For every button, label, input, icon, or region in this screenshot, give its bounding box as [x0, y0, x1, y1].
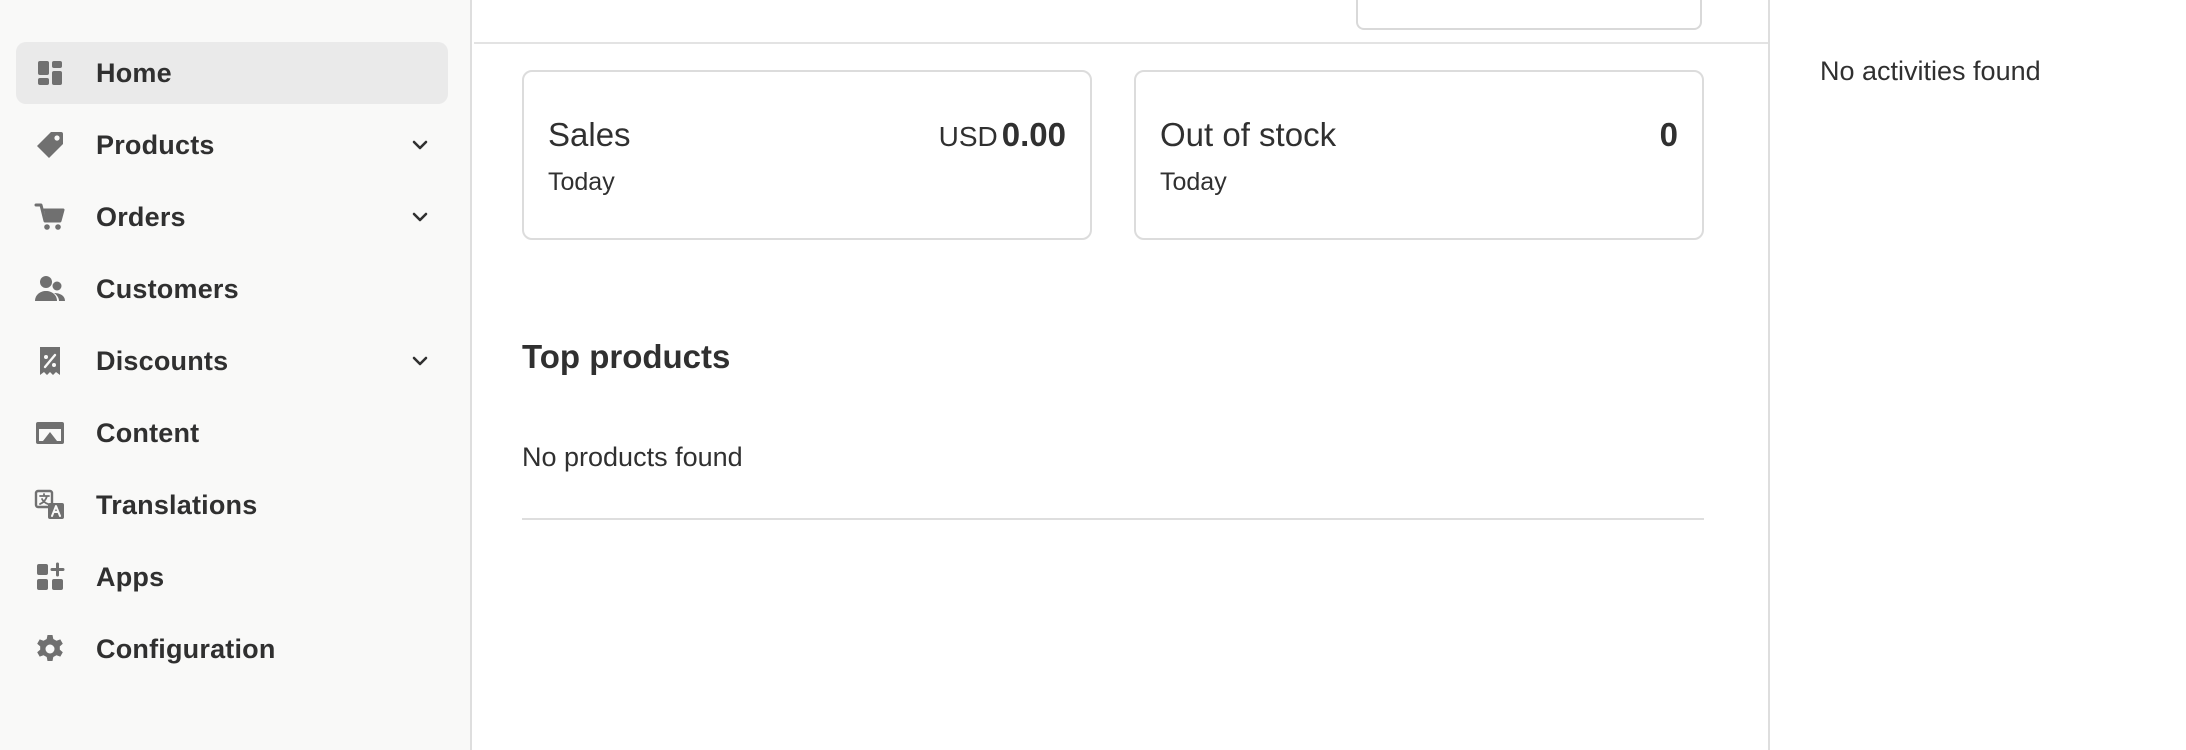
main-content: Sales Today USD 0.00 Out of stock Today … [474, 0, 1768, 750]
sidebar-item-translations[interactable]: Translations [16, 474, 448, 536]
top-products-heading: Top products [522, 338, 731, 375]
sidebar-item-label: Home [96, 58, 172, 88]
home-icon [34, 57, 66, 89]
image-icon [34, 417, 66, 449]
chevron-down-icon[interactable] [410, 351, 430, 371]
cart-icon [34, 201, 66, 233]
sidebar-item-label: Customers [96, 274, 239, 304]
sidebar-item-label: Apps [96, 562, 165, 592]
sidebar-item-content[interactable]: Content [16, 402, 448, 464]
sidebar-item-label: Configuration [96, 634, 276, 664]
out-of-stock-card-period: Today [1160, 168, 1227, 196]
sidebar-item-products[interactable]: Products [16, 114, 448, 176]
sidebar-item-label: Translations [96, 490, 258, 520]
out-of-stock-card: Out of stock Today 0 [1134, 70, 1704, 240]
tag-icon [34, 129, 66, 161]
sidebar-item-label: Discounts [96, 346, 229, 376]
chevron-down-icon[interactable] [410, 207, 430, 227]
sidebar-item-label: Products [96, 130, 215, 160]
sales-card-period: Today [548, 168, 615, 196]
sidebar-item-orders[interactable]: Orders [16, 186, 448, 248]
main-header [474, 0, 1768, 44]
sidebar-item-configuration[interactable]: Configuration [16, 618, 448, 680]
chevron-down-icon[interactable] [410, 135, 430, 155]
activity-panel: No activities found [1768, 0, 2186, 750]
apps-icon [34, 561, 66, 593]
sales-amount: 0.00 [1001, 116, 1066, 153]
sidebar-item-label: Content [96, 418, 200, 448]
top-products-empty-state: No products found [522, 442, 743, 472]
sidebar-item-home[interactable]: Home [16, 42, 448, 104]
gear-icon [34, 633, 66, 665]
person-icon [34, 273, 66, 305]
sidebar-item-label: Orders [96, 202, 186, 232]
divider [522, 518, 1704, 520]
sales-card: Sales Today USD 0.00 [522, 70, 1092, 240]
sales-card-value: USD 0.00 [939, 116, 1066, 154]
language-icon [34, 489, 66, 521]
out-of-stock-count: 0 [1660, 116, 1678, 154]
sidebar-item-customers[interactable]: Customers [16, 258, 448, 320]
sidebar-item-apps[interactable]: Apps [16, 546, 448, 608]
date-range-selector[interactable] [1356, 0, 1702, 30]
sales-currency: USD [938, 121, 998, 152]
sales-card-title: Sales [548, 116, 631, 153]
out-of-stock-card-title: Out of stock [1160, 116, 1337, 153]
out-of-stock-value: 0 [1659, 116, 1678, 153]
sidebar: Home Products Orders Customers Discounts [0, 0, 472, 750]
discount-icon [34, 345, 66, 377]
sidebar-item-discounts[interactable]: Discounts [16, 330, 448, 392]
activities-empty-state: No activities found [1820, 56, 2041, 86]
